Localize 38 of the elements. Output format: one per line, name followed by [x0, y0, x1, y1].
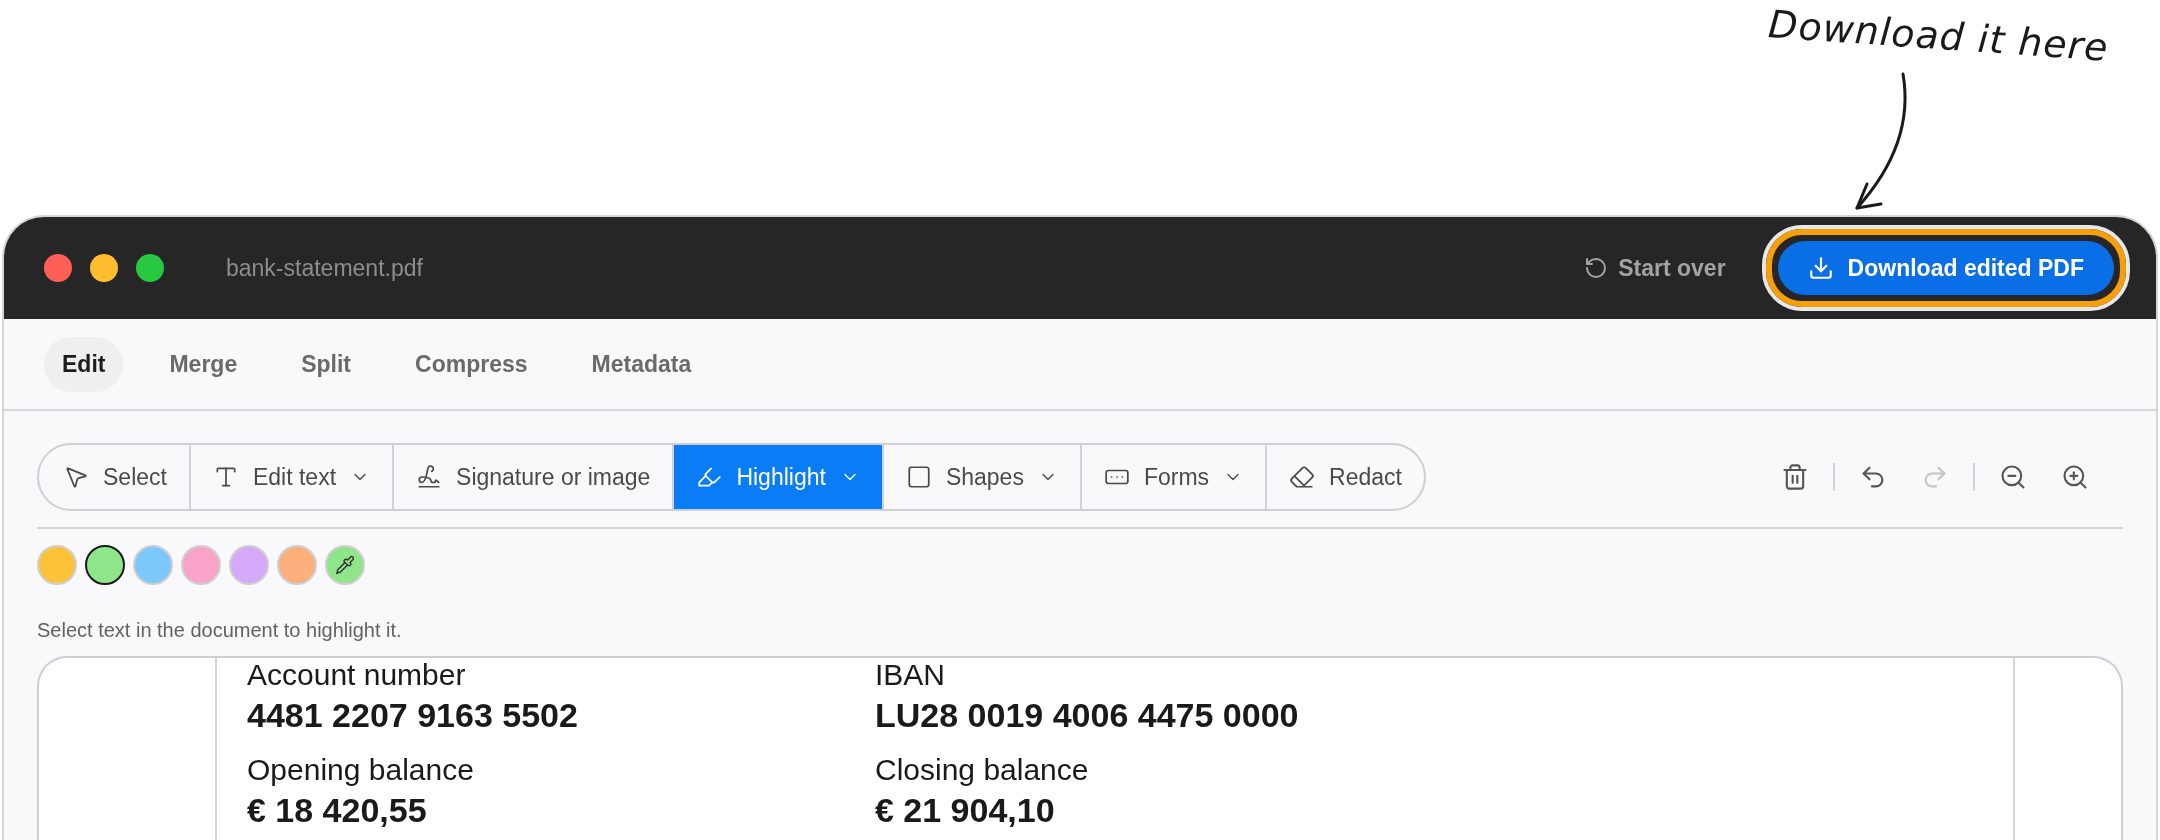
start-over-button[interactable]: Start over — [1580, 248, 1730, 288]
field-value: € 18 420,55 — [247, 791, 428, 830]
field-label: Closing balance — [875, 753, 1090, 787]
field-label: Opening balance — [247, 753, 475, 787]
download-button[interactable]: Download edited PDF — [1777, 241, 2114, 295]
eyedropper-icon — [335, 555, 355, 575]
tool-button[interactable]: Shapes — [881, 445, 1080, 509]
tool-button[interactable]: Edit text — [188, 445, 393, 509]
tool-button[interactable]: Select — [39, 445, 189, 509]
field-value: LU28 0019 4006 4475 0000 — [875, 696, 1300, 735]
tab[interactable]: Merge — [151, 336, 256, 392]
color-swatch[interactable] — [85, 545, 125, 585]
tool-button[interactable]: Highlight — [672, 445, 882, 509]
field-label: IBAN — [875, 658, 947, 692]
file-name: bank-statement.pdf — [226, 254, 424, 282]
eraser-icon — [1289, 464, 1316, 490]
delete-button[interactable] — [1781, 463, 1809, 491]
maximize-button[interactable] — [136, 254, 164, 282]
annotation-text: Download it here — [1766, 2, 2111, 70]
hint-text: Select text in the document to highlight it. — [37, 619, 403, 642]
minimize-button[interactable] — [90, 254, 118, 282]
reset-icon — [1584, 256, 1609, 280]
download-icon — [1807, 255, 1834, 281]
signature-icon — [416, 464, 443, 490]
zoom-out-button[interactable] — [1999, 463, 2027, 491]
field-value: 4481 2207 9163 5502 — [247, 696, 579, 735]
tab[interactable]: Split — [283, 336, 370, 392]
field-value: € 21 904,10 — [875, 791, 1056, 830]
zoom-in-button[interactable] — [2061, 463, 2089, 491]
close-button[interactable] — [44, 254, 72, 282]
tab[interactable]: Edit — [44, 336, 124, 392]
tool-button[interactable]: Redact — [1265, 445, 1424, 509]
square-icon — [905, 464, 932, 490]
tool-button[interactable]: Forms — [1079, 445, 1266, 509]
color-picker-button[interactable] — [325, 545, 365, 585]
tab[interactable]: Metadata — [573, 336, 710, 392]
tab[interactable]: Compress — [397, 336, 546, 392]
field-label: Account number — [247, 658, 467, 692]
